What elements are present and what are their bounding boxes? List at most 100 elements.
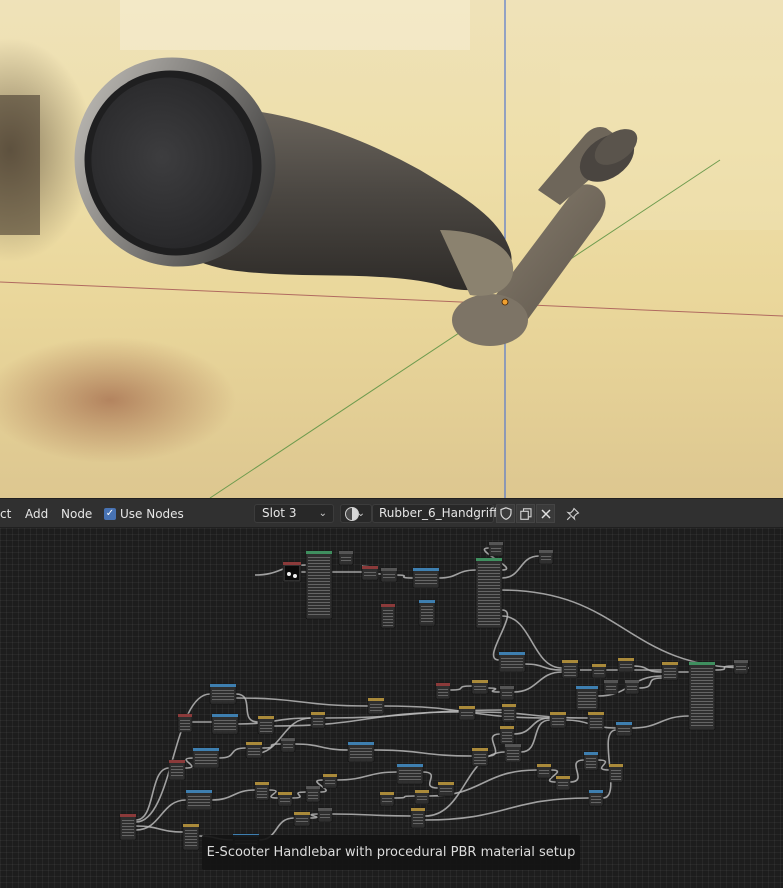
- node-socket-row: [296, 818, 308, 819]
- shader-node[interactable]: [615, 721, 633, 737]
- material-slot-dropdown[interactable]: Slot 3 ⌄: [254, 504, 334, 523]
- node-group: [119, 541, 749, 851]
- shader-node[interactable]: [310, 711, 326, 729]
- node-header-bar: [281, 738, 295, 741]
- shader-node[interactable]: [458, 705, 476, 721]
- shader-node[interactable]: [608, 763, 624, 783]
- shader-node[interactable]: [418, 599, 436, 627]
- shader-node[interactable]: [733, 659, 749, 675]
- checkbox-check-icon[interactable]: ✓: [104, 508, 116, 520]
- node-socket-row: [350, 754, 372, 755]
- shader-node[interactable]: [410, 807, 426, 829]
- 3d-viewport[interactable]: [0, 0, 783, 498]
- shader-node[interactable]: [536, 763, 552, 779]
- node-header-bar: [255, 782, 269, 785]
- unlink-material-button[interactable]: [536, 504, 555, 523]
- node-header-bar: [212, 714, 238, 717]
- node-socket-row: [421, 612, 433, 613]
- shader-node[interactable]: [254, 781, 270, 801]
- material-browse-button[interactable]: ⌄: [340, 504, 372, 523]
- shader-node[interactable]: [168, 759, 186, 781]
- shader-node[interactable]: [575, 685, 599, 711]
- duplicate-material-button[interactable]: [516, 504, 535, 523]
- shader-node[interactable]: [396, 763, 424, 785]
- shader-node[interactable]: [280, 737, 296, 753]
- shader-node[interactable]: [338, 550, 354, 566]
- node-socket-row: [558, 785, 568, 786]
- shader-node[interactable]: [591, 663, 607, 679]
- shader-node[interactable]: [471, 679, 489, 695]
- shader-node[interactable]: [322, 773, 338, 789]
- shader-node[interactable]: [367, 697, 385, 715]
- shader-node[interactable]: [277, 791, 293, 807]
- shader-node[interactable]: [305, 550, 333, 620]
- node-socket-row: [415, 583, 437, 584]
- shader-node[interactable]: [209, 683, 237, 705]
- shader-node[interactable]: [561, 659, 579, 679]
- shader-node[interactable]: [380, 567, 398, 583]
- node-socket-row: [591, 796, 601, 797]
- shader-node[interactable]: [603, 679, 619, 695]
- shader-node[interactable]: [471, 747, 489, 767]
- shader-node[interactable]: [379, 791, 395, 807]
- node-socket-row: [325, 780, 335, 781]
- node-socket-row: [501, 658, 523, 659]
- shader-node[interactable]: [617, 657, 635, 673]
- object-origin-dot[interactable]: [501, 298, 509, 306]
- shader-node[interactable]: [293, 811, 311, 827]
- shader-node[interactable]: [661, 661, 679, 681]
- shader-node[interactable]: [317, 807, 333, 823]
- shader-node[interactable]: [688, 661, 716, 731]
- shader-node[interactable]: [475, 557, 503, 629]
- shader-node[interactable]: [257, 715, 275, 735]
- shader-node[interactable]: [499, 725, 515, 745]
- shader-node[interactable]: [245, 741, 263, 759]
- shader-node[interactable]: [501, 703, 517, 723]
- shader-node[interactable]: [412, 567, 440, 589]
- node-socket-row: [308, 587, 330, 588]
- shader-node[interactable]: [380, 603, 396, 629]
- shader-node[interactable]: [119, 813, 137, 841]
- node-menu[interactable]: Node: [61, 506, 92, 522]
- node-socket-row: [474, 686, 486, 687]
- shader-node[interactable]: [549, 711, 567, 729]
- shader-node[interactable]: [588, 789, 604, 807]
- shader-node[interactable]: [211, 713, 239, 735]
- select-menu[interactable]: ct: [0, 506, 11, 522]
- shader-node[interactable]: [192, 747, 220, 769]
- shader-node[interactable]: [437, 781, 455, 797]
- shader-node[interactable]: [185, 789, 213, 811]
- shader-node[interactable]: [177, 713, 193, 733]
- shader-node[interactable]: [435, 682, 451, 700]
- shader-node[interactable]: [504, 743, 522, 763]
- shader-node[interactable]: [347, 741, 375, 763]
- use-nodes-toggle[interactable]: ✓ Use Nodes: [104, 506, 184, 522]
- material-name-field[interactable]: Rubber_6_Handgriff: [372, 504, 497, 523]
- shader-node[interactable]: [499, 685, 515, 701]
- shader-node[interactable]: [587, 711, 605, 731]
- shader-node[interactable]: [182, 823, 200, 851]
- shader-node[interactable]: [414, 789, 430, 805]
- node-socket-row: [474, 689, 486, 690]
- node-socket-row: [691, 707, 713, 708]
- shader-node[interactable]: [498, 651, 526, 673]
- node-header-bar: [436, 683, 450, 686]
- node-editor-canvas[interactable]: [0, 528, 783, 888]
- shader-node[interactable]: [538, 549, 554, 565]
- shader-node[interactable]: [555, 775, 571, 791]
- node-socket-row: [504, 713, 514, 714]
- node-socket-row: [478, 606, 500, 607]
- shader-node[interactable]: [624, 679, 640, 695]
- shader-node[interactable]: [361, 565, 379, 581]
- shader-node[interactable]: [305, 785, 321, 803]
- node-link: [291, 791, 307, 799]
- node-socket-row: [664, 671, 676, 672]
- shader-node[interactable]: [488, 541, 504, 557]
- node-socket-row: [308, 590, 330, 591]
- shader-node[interactable]: [583, 751, 599, 771]
- fake-user-button[interactable]: [496, 504, 515, 523]
- node-socket-row: [308, 596, 330, 597]
- pin-button[interactable]: [563, 504, 582, 523]
- add-menu[interactable]: Add: [25, 506, 48, 522]
- node-socket-row: [399, 779, 421, 780]
